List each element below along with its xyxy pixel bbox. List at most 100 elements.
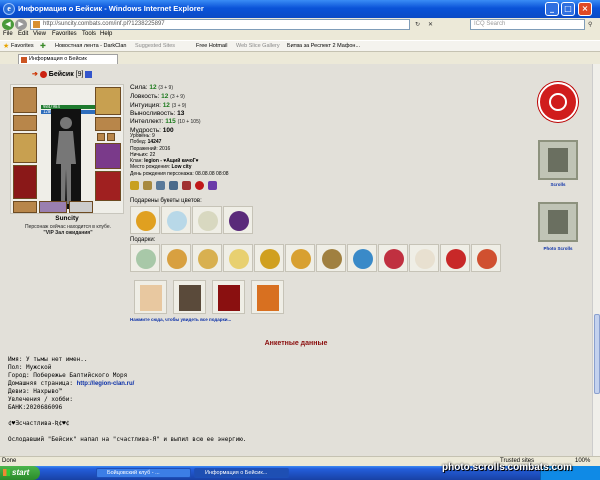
- maximize-button[interactable]: □: [561, 2, 575, 16]
- medal-icon[interactable]: [130, 181, 139, 190]
- gift-icon: [136, 249, 156, 269]
- info-row: День рождения персонажа: 08.08.08 08:08: [130, 170, 229, 177]
- refresh-button[interactable]: ↻: [415, 19, 420, 30]
- medal-icon[interactable]: [182, 181, 191, 190]
- scrolls-logo-icon[interactable]: [538, 140, 578, 180]
- fav-link-darkclan[interactable]: Новостная лента - DarkClan: [55, 43, 126, 49]
- shield-slot[interactable]: [95, 143, 121, 169]
- clan-link[interactable]: legion - ♥Ащий качоГ♥: [144, 158, 198, 164]
- emblem-ring: [549, 93, 567, 111]
- fav-link-webslice[interactable]: Web Slice Gallery: [236, 43, 280, 49]
- stop-button[interactable]: ✕: [428, 19, 433, 30]
- menu-file[interactable]: File: [3, 31, 13, 37]
- menu-edit[interactable]: Edit: [18, 31, 28, 37]
- watermark-text: photo.scrolls.combats.com: [442, 462, 573, 473]
- medal-icon[interactable]: [208, 181, 217, 190]
- search-icon[interactable]: ⚲: [588, 19, 592, 30]
- favorites-star-icon: ★: [3, 43, 10, 50]
- weapon-slot[interactable]: [13, 133, 37, 163]
- start-button[interactable]: start: [0, 466, 40, 480]
- title-bar: e Информация о Бейсик - Windows Internet…: [0, 0, 600, 18]
- medal-icon[interactable]: [143, 181, 152, 190]
- gift-card[interactable]: [251, 280, 284, 314]
- gift-item[interactable]: [347, 244, 377, 272]
- gift-item[interactable]: [440, 244, 470, 272]
- close-button[interactable]: ×: [578, 2, 592, 16]
- stat-row: Интуиция: 12 (3 + 9): [130, 101, 187, 109]
- anketa-title: Анкетные данные: [264, 340, 328, 347]
- address-bar-row: ◀ ▶ http://suncity.combats.com/inf.pl?12…: [0, 18, 600, 31]
- scroll-emblem: [548, 148, 568, 172]
- flower-bouquet[interactable]: [161, 206, 191, 234]
- legs-slot[interactable]: [69, 201, 93, 213]
- medal-icon[interactable]: [195, 181, 204, 190]
- medal-icon[interactable]: [169, 181, 178, 190]
- earring-slot[interactable]: [95, 87, 121, 115]
- character-silhouette: [51, 109, 81, 209]
- armor-slot[interactable]: [13, 165, 37, 199]
- gift-item[interactable]: [223, 244, 253, 272]
- gift-item[interactable]: [161, 244, 191, 272]
- bracer-slot[interactable]: [13, 115, 37, 131]
- vertical-scrollbar[interactable]: [592, 64, 600, 456]
- more-gifts-link[interactable]: Нажмите сюда, чтобы увидеть все подарки.…: [130, 317, 231, 322]
- status-text: Done: [2, 458, 17, 464]
- photo-scrolls-logo-icon[interactable]: [538, 202, 578, 242]
- amulet-slot[interactable]: [95, 117, 121, 131]
- tab-info-beysik[interactable]: Информация о Бейсик: [18, 54, 118, 64]
- gift-card[interactable]: [212, 280, 245, 314]
- menu-view[interactable]: View: [33, 31, 46, 37]
- gift-item[interactable]: [378, 244, 408, 272]
- gift-item[interactable]: [409, 244, 439, 272]
- page-content: ➔ Бейсик [9] 984/984 1200/1200: [0, 64, 592, 456]
- menu-help[interactable]: Help: [100, 31, 112, 37]
- gift-item[interactable]: [130, 244, 160, 272]
- gloves-slot[interactable]: [95, 171, 121, 201]
- fav-link-hotmail[interactable]: Free Hotmail: [196, 43, 227, 49]
- gift-item[interactable]: [192, 244, 222, 272]
- favorites-button[interactable]: Favorites: [11, 43, 34, 49]
- taskbar-item[interactable]: Бойцовский клуб - ...: [96, 468, 191, 478]
- gift-item[interactable]: [254, 244, 284, 272]
- character-name-row: ➔ Бейсик [9]: [32, 70, 93, 80]
- address-input[interactable]: http://suncity.combats.com/inf.pl?123822…: [30, 19, 410, 30]
- helmet-slot[interactable]: [13, 87, 37, 113]
- character-city: Suncity: [55, 215, 79, 222]
- flower-bouquet[interactable]: [192, 206, 222, 234]
- back-button[interactable]: ◀: [2, 19, 14, 30]
- flowers-label: Подарены букеты цветов:: [130, 198, 202, 204]
- taskbar-item[interactable]: Информация о Бейсик...: [194, 468, 289, 478]
- fav-link-bitva[interactable]: Битва за Респект 2 Мафон...: [287, 43, 360, 49]
- gift-icon: [415, 249, 435, 269]
- ring1-slot[interactable]: [97, 133, 105, 141]
- info-icon[interactable]: [39, 70, 47, 78]
- menu-favorites[interactable]: Favorites: [52, 31, 77, 37]
- gift-item[interactable]: [471, 244, 501, 272]
- info-book-icon[interactable]: [85, 70, 93, 78]
- flower-bouquet[interactable]: [130, 206, 160, 234]
- gift-item[interactable]: [285, 244, 315, 272]
- character-nick: Бейсик: [48, 71, 74, 78]
- gift-icon: [477, 249, 497, 269]
- minimize-button[interactable]: _: [545, 2, 559, 16]
- search-input[interactable]: ICQ Search: [470, 19, 585, 30]
- ring2-slot[interactable]: [107, 133, 115, 141]
- fav-link-suggested[interactable]: Suggested Sites: [135, 43, 175, 49]
- medal-icon[interactable]: [156, 181, 165, 190]
- boots-slot[interactable]: [39, 201, 67, 213]
- flower-bouquet[interactable]: [223, 206, 253, 234]
- anketa-event: Ослодавший "Бейсик" напал на "счастлива-…: [8, 436, 247, 443]
- scrolls-label[interactable]: Scrolls: [530, 182, 586, 187]
- forward-button[interactable]: ▶: [15, 19, 27, 30]
- clan-emblem-icon[interactable]: [538, 82, 578, 122]
- homepage-link[interactable]: http://legion-clan.ru/: [77, 381, 135, 387]
- photo-scrolls-label[interactable]: Photo Scrolls: [530, 246, 586, 251]
- scroll-thumb[interactable]: [594, 314, 600, 394]
- gift-item[interactable]: [316, 244, 346, 272]
- gift-card[interactable]: [134, 280, 167, 314]
- menu-tools[interactable]: Tools: [82, 31, 96, 37]
- zoom-text[interactable]: 100%: [575, 458, 590, 464]
- belt-slot[interactable]: [13, 201, 37, 213]
- gift-card[interactable]: [173, 280, 206, 314]
- add-favorite-icon[interactable]: ✚: [40, 42, 46, 50]
